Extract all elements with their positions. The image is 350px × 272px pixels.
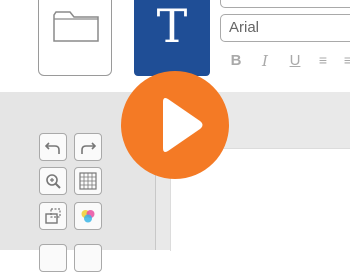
- redo-button[interactable]: [74, 133, 102, 161]
- underline-button[interactable]: U: [285, 52, 305, 69]
- bold-button[interactable]: B: [226, 52, 246, 69]
- colors-icon: [81, 210, 95, 223]
- open-file-button[interactable]: [38, 0, 112, 76]
- grid-icon: [79, 172, 97, 190]
- italic-button[interactable]: I: [255, 52, 275, 70]
- undo-icon: [44, 142, 60, 154]
- tool-button[interactable]: [39, 244, 67, 272]
- font-size-field[interactable]: [220, 0, 350, 8]
- font-family-select[interactable]: Arial: [220, 14, 350, 42]
- align-center-button[interactable]: ≡: [338, 52, 350, 68]
- play-button[interactable]: [121, 71, 229, 179]
- redo-icon: [81, 142, 97, 154]
- undo-button[interactable]: [39, 133, 67, 161]
- text-tool-button[interactable]: T: [134, 0, 210, 76]
- crop-button[interactable]: [39, 202, 67, 230]
- colors-button[interactable]: [74, 202, 102, 230]
- grid-button[interactable]: [74, 167, 102, 195]
- tool-button[interactable]: [74, 244, 102, 272]
- zoom-button[interactable]: [39, 167, 67, 195]
- folder-icon: [53, 11, 99, 42]
- align-left-button[interactable]: ≡: [313, 52, 333, 68]
- play-icon: [163, 98, 203, 152]
- crop-icon: [45, 208, 61, 224]
- zoom-icon: [46, 174, 61, 189]
- text-tool-glyph: T: [156, 0, 188, 53]
